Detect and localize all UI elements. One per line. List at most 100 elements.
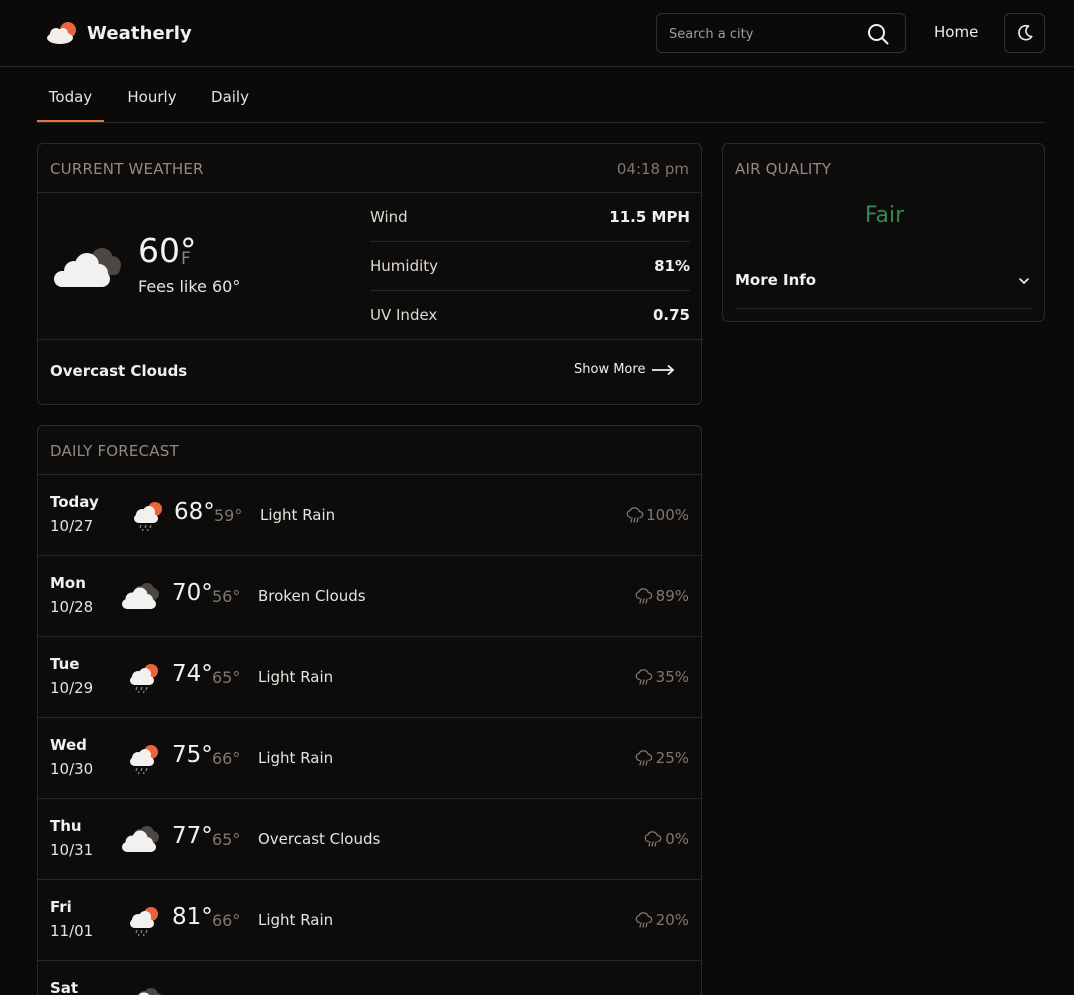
metric-value: 0.75	[652, 306, 690, 324]
overcast-clouds-icon	[54, 248, 121, 287]
rain-chance: 25%	[655, 749, 689, 767]
tab-daily[interactable]: Daily	[205, 77, 255, 122]
rain-chance-icon	[635, 668, 653, 686]
tab-hourly[interactable]: Hourly	[122, 77, 182, 122]
show-more-button[interactable]: Show More	[574, 362, 675, 377]
home-link[interactable]: Home	[934, 23, 978, 41]
forecast-day: Tue	[50, 655, 80, 673]
forecast-low-temp: 56°	[212, 587, 241, 606]
forecast-row[interactable]: Mon 10/28 70° 56° Broken Clouds 89%	[38, 556, 701, 637]
forecast-date: 10/30	[50, 760, 94, 778]
forecast-row[interactable]: Wed 10/30 75° 66° Light Rain 25%	[38, 718, 701, 799]
tab-today[interactable]: Today	[37, 77, 104, 122]
forecast-low-temp: 59°	[214, 506, 243, 525]
forecast-high-temp: 74°	[172, 661, 213, 687]
forecast-condition: Broken Clouds	[258, 587, 366, 605]
card-title: CURRENT WEATHER	[50, 160, 204, 178]
show-more-label: Show More	[574, 362, 646, 377]
card-title: DAILY FORECAST	[50, 442, 179, 460]
forecast-high-temp: 68°	[174, 499, 215, 525]
forecast-day: Today	[50, 493, 99, 511]
forecast-day: Thu	[50, 817, 82, 835]
forecast-day: Fri	[50, 898, 72, 916]
rain-chance-icon	[635, 749, 653, 767]
card-title: AIR QUALITY	[735, 160, 832, 178]
forecast-high-temp: 70°	[172, 580, 213, 606]
metric-humidity: Humidity 81%	[370, 242, 690, 291]
forecast-high-temp: 77°	[172, 823, 213, 849]
chevron-down-icon	[1019, 278, 1029, 284]
search-box	[656, 13, 906, 53]
forecast-row[interactable]: Sat	[38, 961, 701, 995]
forecast-low-temp: 65°	[212, 668, 241, 687]
metric-label: Humidity	[370, 257, 439, 275]
app-logo[interactable]: Weatherly	[45, 20, 192, 46]
view-tabs: Today Hourly Daily	[37, 77, 1045, 123]
forecast-low-temp: 65°	[212, 830, 241, 849]
forecast-day: Wed	[50, 736, 87, 754]
temperature-unit: F	[181, 249, 191, 269]
arrow-right-icon	[652, 364, 675, 375]
rain-chance: 89%	[655, 587, 689, 605]
forecast-date: 11/01	[50, 922, 94, 940]
more-info-toggle[interactable]: More Info	[735, 257, 1032, 309]
daily-forecast-card: DAILY FORECAST Today 10/27 68° 59° Light Rai…	[37, 425, 702, 995]
forecast-low-temp: 66°	[212, 749, 241, 768]
air-quality-value: Fair	[864, 203, 905, 228]
moon-icon	[1017, 24, 1033, 41]
current-weather-footer: Overcast Clouds Show More	[38, 340, 703, 405]
theme-toggle-button[interactable]	[1004, 13, 1045, 53]
forecast-day: Mon	[50, 574, 86, 592]
rain-chance: 0%	[665, 830, 689, 848]
current-weather-card: CURRENT WEATHER 04:18 pm 60° F Fees like…	[37, 143, 703, 405]
light-rain-icon	[128, 499, 170, 533]
metric-uv-index: UV Index 0.75	[370, 291, 690, 340]
rain-chance-icon	[644, 830, 662, 848]
logo-icon	[47, 22, 76, 44]
metric-value: 81%	[654, 257, 690, 275]
forecast-high-temp: 81°	[172, 904, 213, 930]
feels-like: Fees like 60°	[138, 277, 241, 296]
rain-chance: 35%	[655, 668, 689, 686]
forecast-high-temp: 75°	[172, 742, 213, 768]
forecast-condition: Light Rain	[258, 668, 334, 686]
app-name: Weatherly	[87, 22, 192, 44]
rain-chance: 100%	[646, 506, 689, 524]
metric-label: UV Index	[370, 306, 438, 324]
forecast-date: 10/27	[50, 517, 94, 535]
light-rain-icon	[124, 742, 166, 776]
metric-label: Wind	[370, 208, 408, 226]
forecast-date: 10/29	[50, 679, 94, 697]
metric-wind: Wind 11.5 MPH	[370, 193, 690, 242]
rain-chance-icon	[635, 587, 653, 605]
light-rain-icon	[124, 904, 166, 938]
air-quality-card: AIR QUALITY Fair More Info	[722, 143, 1045, 322]
forecast-condition: Light Rain	[258, 911, 334, 929]
rain-chance-icon	[635, 911, 653, 929]
rain-chance-icon	[626, 506, 644, 524]
forecast-condition: Overcast Clouds	[258, 830, 381, 848]
metric-value: 11.5 MPH	[609, 208, 690, 226]
forecast-low-temp: 66°	[212, 911, 241, 930]
light-rain-icon	[124, 661, 166, 695]
more-info-label: More Info	[735, 271, 817, 289]
forecast-condition: Light Rain	[258, 749, 334, 767]
broken-clouds-icon	[120, 823, 162, 857]
broken-clouds-icon	[124, 985, 166, 995]
rain-chance: 20%	[655, 911, 689, 929]
search-input[interactable]	[669, 23, 859, 45]
forecast-row[interactable]: Fri 11/01 81° 66° Light Rain 20%	[38, 880, 701, 961]
current-condition: Overcast Clouds	[50, 362, 188, 380]
forecast-row[interactable]: Tue 10/29 74° 65° Light Rain 35%	[38, 637, 701, 718]
broken-clouds-icon	[120, 580, 162, 614]
forecast-date: 10/31	[50, 841, 94, 859]
search-icon[interactable]	[867, 23, 889, 45]
forecast-date: 10/28	[50, 598, 94, 616]
card-header: AIR QUALITY	[723, 144, 1044, 193]
forecast-row[interactable]: Thu 10/31 77° 65° Overcast Clouds 0%	[38, 799, 701, 880]
card-header: DAILY FORECAST	[38, 426, 701, 475]
forecast-row[interactable]: Today 10/27 68° 59° Light Rain 100%	[38, 475, 701, 556]
top-bar: Weatherly Home	[0, 0, 1074, 67]
forecast-condition: Light Rain	[260, 506, 336, 524]
forecast-day: Sat	[50, 979, 79, 995]
